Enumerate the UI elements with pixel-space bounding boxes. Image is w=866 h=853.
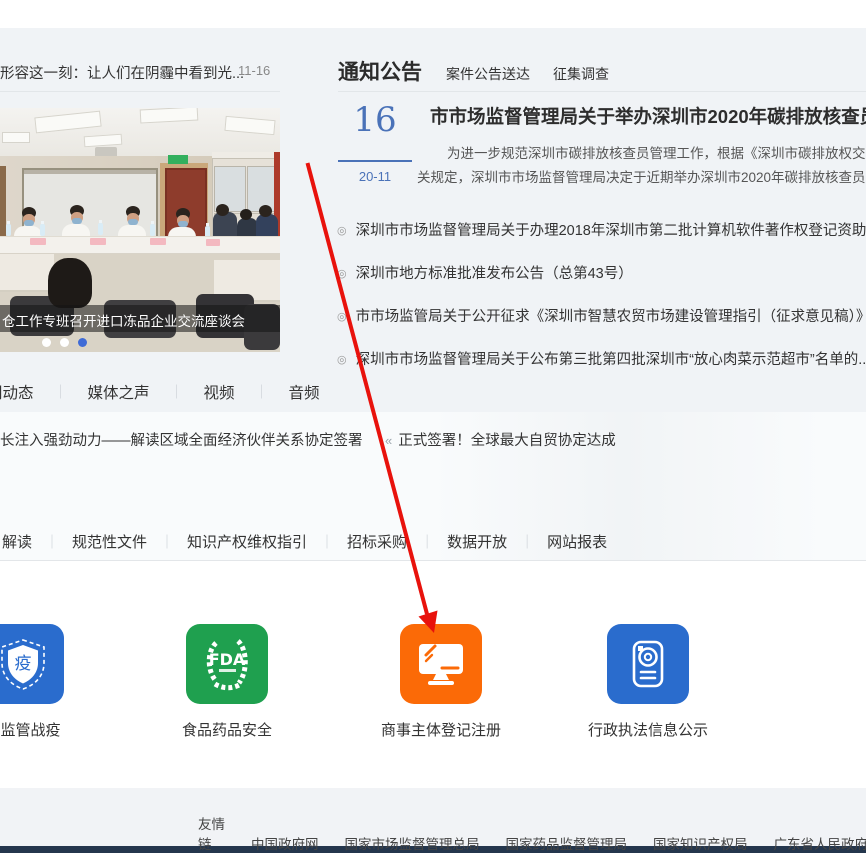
exit-sign <box>168 155 188 164</box>
featured-month: 20-11 <box>338 169 412 184</box>
service-tile-epidemic[interactable]: 疫 <box>0 624 64 704</box>
water-bottle <box>98 223 103 235</box>
subnav-audio[interactable]: 音频 <box>289 381 320 403</box>
nav-separator: ｜ <box>255 382 269 402</box>
ticker-item-2-wrap[interactable]: « 正式签署！全球最大自贸协定达成 <box>385 429 616 450</box>
tab-surveys[interactable]: 征集调查 <box>553 64 609 84</box>
camera-icon <box>627 639 669 689</box>
side-table <box>0 254 54 292</box>
footer-link-nmpa[interactable]: 国家药品监督管理局 <box>506 833 628 853</box>
nav-separator: ｜ <box>45 532 59 552</box>
nav-separator: ｜ <box>320 532 334 552</box>
section-divider <box>0 560 866 561</box>
footer-link-cnipa[interactable]: 国家知识产权局 <box>653 833 748 853</box>
featured-day: 16 <box>338 100 412 140</box>
carousel-caption: 仓工作专班召开进口冻品企业交流座谈会 <box>2 310 280 330</box>
ticker-item-2[interactable]: 正式签署！全球最大自贸协定达成 <box>398 433 616 449</box>
subnav-media-voice[interactable]: 媒体之声 <box>88 381 150 403</box>
ticker-marker-icon: « <box>385 433 392 448</box>
carousel-photo[interactable]: 仓工作专班召开进口冻品企业交流座谈会 <box>0 108 280 352</box>
service-label-food-drug[interactable]: 食品药品安全 <box>142 719 312 740</box>
info-nav: 解读 ｜ 规范性文件 ｜ 知识产权维权指引 ｜ 招标采购 ｜ 数据开放 ｜ 网站… <box>2 531 607 552</box>
carousel-caption-bar: 仓工作专班召开进口冻品企业交流座谈会 <box>0 305 280 332</box>
service-label-business-registration[interactable]: 商事主体登记注册 <box>356 719 526 740</box>
ceiling-light <box>2 132 30 143</box>
footer-link-gd-gov[interactable]: 广东省人民政府 <box>774 833 866 853</box>
subnav-video[interactable]: 视频 <box>204 381 235 403</box>
nav-separator: ｜ <box>160 532 174 552</box>
bullet-icon: ◎ <box>337 354 347 366</box>
name-plate <box>150 238 166 245</box>
standing-person-head <box>259 205 272 217</box>
top-white-band <box>0 0 866 28</box>
service-tile-law-enforcement[interactable] <box>607 624 689 704</box>
featured-notice-title[interactable]: 市市场监督管理局关于举办深圳市2020年碳排放核查员专业知 <box>430 103 866 129</box>
notice-title: 通知公告 <box>338 56 422 86</box>
nav-separator: ｜ <box>420 532 434 552</box>
ticker-item-1[interactable]: 长注入强劲动力——解读区域全面经济伙伴关系协定签署 <box>0 429 363 450</box>
friendly-links-label: 友情链接： <box>198 813 225 853</box>
infonav-normative-documents[interactable]: 规范性文件 <box>72 531 147 552</box>
notice-divider <box>338 91 866 92</box>
water-bottle <box>150 224 155 236</box>
featured-excerpt-line2: 关规定，深圳市市场监督管理局决定于近期举办深圳市2020年碳排放核查员专业知 <box>417 166 866 186</box>
carousel-dot-1[interactable] <box>42 338 51 347</box>
water-bottle <box>6 224 11 236</box>
nav-separator: ｜ <box>520 532 534 552</box>
news-subnav: 闻动态 ｜ 媒体之声 ｜ 视频 ｜ 音频 <box>0 381 320 403</box>
svg-text:疫: 疫 <box>15 654 32 674</box>
footer-links: 友情链接： 中国政府网 国家市场监督管理总局 国家药品监督管理局 国家知识产权局… <box>198 813 866 853</box>
notice-list-item[interactable]: ◎深圳市地方标准批准发布公告（总第43号） <box>337 262 633 283</box>
monitor-icon <box>416 642 466 686</box>
notice-list-item[interactable]: ◎深圳市市场监督管理局关于公布第三批第四批深圳市“放心肉菜示范超市”名单的... <box>337 348 866 369</box>
fda-laurel-icon: FDA <box>201 637 253 691</box>
left-divider <box>0 91 280 92</box>
service-tile-food-drug[interactable]: FDA <box>186 624 268 704</box>
featured-excerpt-line1: 为进一步规范深圳市碳排放核查员管理工作，根据《深圳市碳排放权交易管理 <box>447 142 866 162</box>
water-bottle <box>40 224 45 236</box>
page: 形容这一刻：让人们在阴霾中看到光... 11-16 通知公告 案件公告送达 征集… <box>0 0 866 853</box>
name-plate <box>206 239 220 246</box>
tab-case-announcements[interactable]: 案件公告送达 <box>446 64 530 84</box>
name-plate <box>30 238 46 245</box>
subnav-news[interactable]: 闻动态 <box>0 381 34 403</box>
standing-person-head <box>240 209 252 220</box>
date-underline <box>338 160 412 162</box>
infonav-ip-rights-guide[interactable]: 知识产权维权指引 <box>187 531 307 552</box>
svg-text:FDA: FDA <box>209 650 246 669</box>
bullet-icon: ◎ <box>337 311 347 323</box>
news-headline[interactable]: 形容这一刻：让人们在阴霾中看到光... <box>0 62 244 83</box>
news-date: 11-16 <box>238 63 270 78</box>
service-label-epidemic[interactable]: 场监管战疫 <box>0 719 108 740</box>
foreground-person-head <box>48 258 92 308</box>
carousel-dot-3-active[interactable] <box>78 338 87 347</box>
notice-list-item[interactable]: ◎市市场监管局关于公开征求《深圳市智慧农贸市场建设管理指引（征求意见稿）》... <box>337 305 866 326</box>
service-tile-business-registration[interactable] <box>400 624 482 704</box>
infonav-tender-procurement[interactable]: 招标采购 <box>347 531 407 552</box>
infonav-open-data[interactable]: 数据开放 <box>447 531 507 552</box>
name-plate <box>90 238 106 245</box>
shield-epidemic-icon: 疫 <box>0 637 47 691</box>
footer-link-samr[interactable]: 国家市场监督管理总局 <box>345 833 480 853</box>
standing-person-head <box>216 204 229 216</box>
bullet-icon: ◎ <box>337 225 347 237</box>
bullet-icon: ◎ <box>337 268 347 280</box>
footer-link-gov-cn[interactable]: 中国政府网 <box>251 833 319 853</box>
nav-separator: ｜ <box>54 382 68 402</box>
nav-separator: ｜ <box>170 382 184 402</box>
notice-list-item[interactable]: ◎深圳市市场监督管理局关于办理2018年深圳市第二批计算机软件著作权登记资助领 <box>337 219 866 240</box>
infonav-interpretation[interactable]: 解读 <box>2 531 32 552</box>
carousel-dot-2[interactable] <box>60 338 69 347</box>
infonav-site-reports[interactable]: 网站报表 <box>547 531 607 552</box>
service-label-law-enforcement[interactable]: 行政执法信息公示 <box>563 719 733 740</box>
